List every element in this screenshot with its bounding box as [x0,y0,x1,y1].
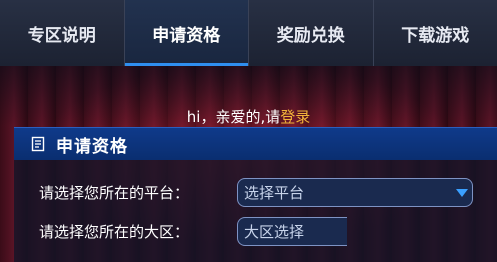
region-label: 请选择您所在的大区： [39,223,190,241]
platform-select-value: 选择平台 [244,184,305,202]
login-link[interactable]: 登录 [280,108,310,126]
region-select-value: 大区选择 [244,223,305,241]
platform-select[interactable]: 选择平台 [237,178,473,207]
top-nav: 专区说明 申请资格 奖励兑换 下载游戏 [0,0,497,66]
chevron-down-icon [456,189,468,197]
content-area: hi，亲爱的,请登录 申请资格 请选择您所在的平台： 选择平台 请选择您所在的大… [0,66,497,262]
greeting: hi，亲爱的,请登录 [0,106,497,127]
platform-row: 请选择您所在的平台： 选择平台 [39,178,473,207]
document-icon [30,136,46,152]
tab-apply-eligibility[interactable]: 申请资格 [124,0,249,66]
greeting-text: hi，亲爱的,请 [186,108,281,126]
tab-download-game[interactable]: 下载游戏 [374,0,497,66]
panel-body: 请选择您所在的平台： 选择平台 请选择您所在的大区： 大区选择 [14,160,497,262]
tab-reward-exchange[interactable]: 奖励兑换 [249,0,374,66]
region-select[interactable]: 大区选择 [237,217,347,246]
panel-title: 申请资格 [56,136,128,157]
panel-header: 申请资格 [14,127,497,160]
tab-zone-intro[interactable]: 专区说明 [0,0,125,66]
platform-label: 请选择您所在的平台： [39,184,190,202]
region-row: 请选择您所在的大区： 大区选择 [39,217,347,246]
